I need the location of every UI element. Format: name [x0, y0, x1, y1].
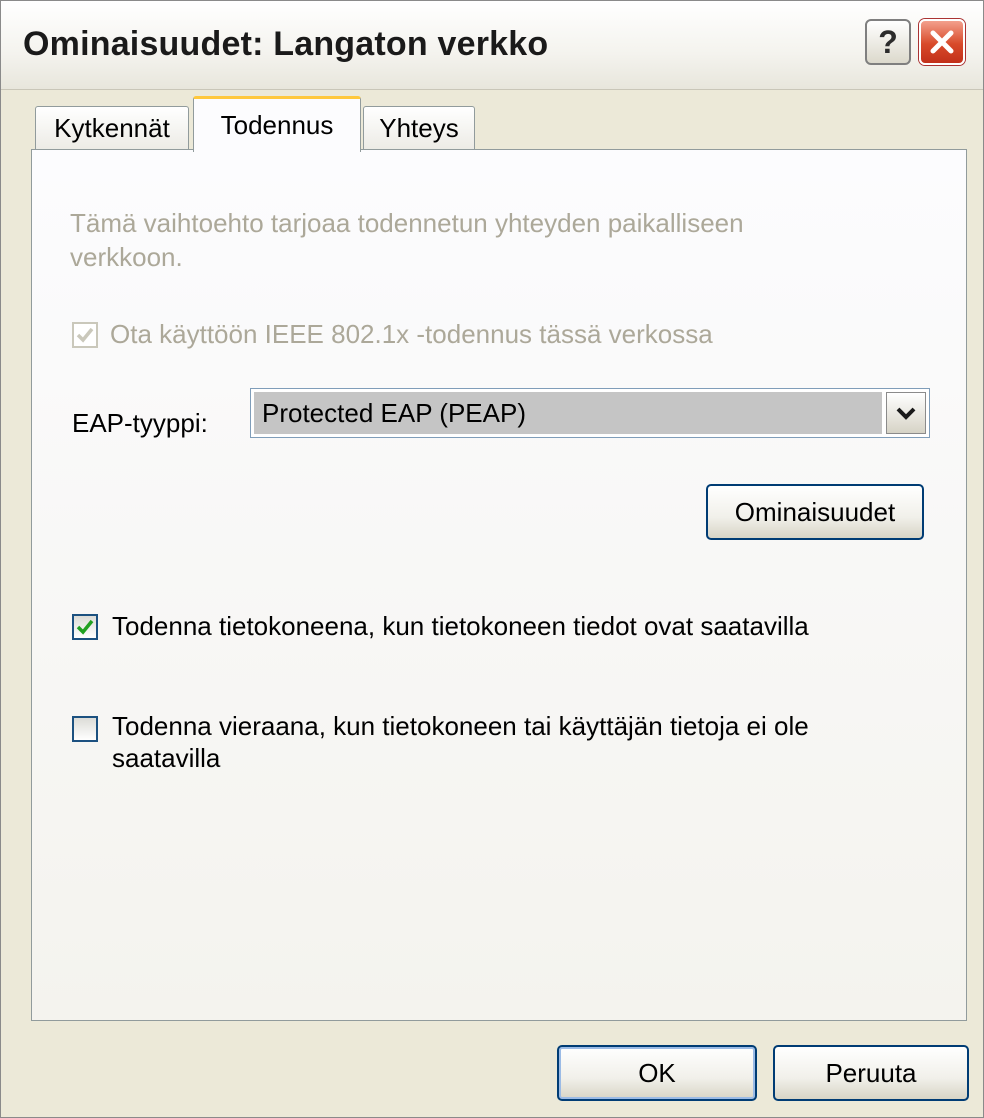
guest-auth-label: Todenna vieraana, kun tietokoneen tai kä…: [112, 711, 809, 773]
ieee-8021x-label: Ota käyttöön IEEE 802.1x -todennus tässä…: [110, 319, 713, 349]
computer-auth-checkbox[interactable]: [72, 614, 98, 640]
ok-button[interactable]: OK: [557, 1045, 757, 1101]
button-label: OK: [638, 1057, 676, 1088]
tab-label: Kytkennät: [54, 113, 170, 143]
cancel-button[interactable]: Peruuta: [773, 1045, 969, 1101]
dropdown-button[interactable]: [886, 392, 926, 434]
close-icon: [930, 30, 954, 54]
close-button[interactable]: [919, 19, 965, 65]
tab-label: Todennus: [220, 110, 334, 140]
eap-type-value: Protected EAP (PEAP): [254, 392, 882, 434]
window-title: Ominaisuudet: Langaton verkko: [23, 25, 549, 63]
title-bar[interactable]: Ominaisuudet: Langaton verkko ?: [1, 1, 983, 90]
check-icon: [76, 327, 94, 343]
tab-kytkennat[interactable]: Kytkennät: [35, 106, 189, 150]
tab-label: Yhteys: [379, 113, 459, 143]
tab-todennus[interactable]: Todennus: [193, 96, 361, 152]
authentication-panel: Tämä vaihtoehto tarjoaa todennetun yhtey…: [31, 149, 967, 1021]
description-text: Tämä vaihtoehto tarjoaa todennetun yhtey…: [70, 208, 744, 272]
guest-auth-checkbox[interactable]: [72, 716, 98, 742]
properties-dialog: Ominaisuudet: Langaton verkko ? Kytkennä…: [0, 0, 984, 1118]
button-label: Ominaisuudet: [734, 496, 896, 527]
computer-auth-label: Todenna tietokoneena, kun tietokoneen ti…: [112, 611, 809, 641]
eap-type-label: EAP-tyyppi:: [72, 408, 208, 438]
ieee-8021x-checkbox[interactable]: [72, 322, 98, 348]
help-button[interactable]: ?: [865, 19, 911, 65]
question-mark-icon: ?: [878, 23, 898, 60]
check-icon: [76, 619, 94, 635]
chevron-down-icon: [896, 407, 916, 420]
tab-yhteys[interactable]: Yhteys: [363, 106, 475, 150]
button-label: Peruuta: [825, 1057, 917, 1088]
eap-properties-button[interactable]: Ominaisuudet: [706, 484, 924, 540]
eap-type-select[interactable]: Protected EAP (PEAP): [250, 388, 930, 438]
